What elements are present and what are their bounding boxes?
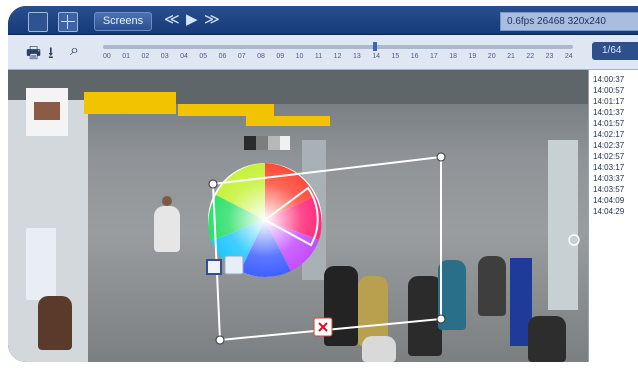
timeline-hour-label: 05 — [199, 53, 208, 60]
time-list-item[interactable]: 14:03:57 — [589, 184, 638, 195]
time-list-item[interactable]: 14:01:57 — [589, 118, 638, 129]
timeline-track[interactable] — [103, 45, 573, 49]
timeline-hour-label: 04 — [180, 53, 188, 60]
camera-view[interactable] — [8, 70, 588, 362]
ptz-overlay[interactable] — [8, 70, 588, 362]
download-icon[interactable]: ⭳ — [48, 42, 54, 69]
status-readout: 0.6fps 26468 320x240 — [500, 12, 638, 31]
timeline-hour-label: 20 — [487, 53, 496, 60]
timeline-hour-label: 03 — [160, 53, 169, 60]
timeline-hour-label: 00 — [103, 53, 111, 60]
timeline-hour-label: 24 — [564, 53, 573, 60]
timeline-hour-label: 19 — [468, 53, 477, 60]
next-icon[interactable]: ≫ — [204, 11, 220, 29]
grayscale-strip — [244, 136, 290, 150]
timeline-hour-label: 14 — [372, 53, 380, 60]
time-list-item[interactable]: 14:03:37 — [589, 173, 638, 184]
timeline-hour-label: 12 — [333, 53, 342, 60]
timeline-hour-label: 09 — [276, 53, 285, 60]
timeline-hour-labels: 00 01 02 03 04 05 06 07 08 09 10 11 12 13 14 15 16 17 18 19… — [103, 53, 573, 63]
timeline-hour-label: 11 — [314, 53, 323, 60]
timeline-hour-label: 21 — [507, 53, 515, 60]
time-list-item[interactable]: 14:00:37 — [589, 74, 638, 85]
printer-icon[interactable]: 🖶 — [26, 42, 41, 69]
scroll-handle-icon[interactable] — [568, 234, 580, 246]
time-list-panel: 14:00:37 14:00:57 14:01:17 14:01:37 14:01:57… — [588, 70, 638, 362]
timeline-marker[interactable] — [373, 42, 377, 51]
timeline-hour-label: 07 — [237, 53, 246, 60]
top-toolbar: Screens ≪ ▶ ≫ 0.6fps 26468 320x240 — [8, 6, 638, 35]
time-list-item[interactable]: 14:03:17 — [589, 162, 638, 173]
time-list-item[interactable]: 14:01:37 — [589, 107, 638, 118]
polygon-handle[interactable] — [208, 179, 218, 189]
polygon-handle[interactable] — [436, 152, 446, 162]
time-list-item[interactable]: 14:04:09 — [589, 195, 638, 206]
time-list-item[interactable]: 14:02:57 — [589, 151, 638, 162]
timeline-hour-label: 01 — [122, 53, 131, 60]
timeline-hour-label: 15 — [391, 53, 400, 60]
timeline-hour-label: 10 — [295, 53, 304, 60]
timeline-hour-label: 22 — [526, 53, 535, 60]
timeline-hour-label: 17 — [430, 53, 438, 60]
time-list-item[interactable]: 14:02:17 — [589, 129, 638, 140]
time-list-item[interactable]: 14:04:29 — [589, 206, 638, 217]
polygon-handle[interactable] — [215, 335, 225, 345]
polygon-handle[interactable] — [436, 314, 446, 324]
copy-icon[interactable] — [224, 255, 244, 275]
window-icon[interactable] — [28, 12, 48, 32]
grid-icon[interactable] — [58, 12, 78, 32]
playback-toolbar: 🖶 ⭳ ⌕ 00 01 02 03 04 05 06 07 08 09 10 11 12 13 14 15 16… — [8, 35, 638, 70]
screens-button[interactable]: Screens — [94, 12, 152, 31]
select-area-icon[interactable] — [206, 259, 222, 275]
time-list-item[interactable]: 14:00:57 — [589, 85, 638, 96]
time-list: 14:00:37 14:00:57 14:01:17 14:01:37 14:01:57… — [589, 74, 638, 217]
timeline-hour-label: 23 — [545, 53, 554, 60]
timeline-hour-label: 08 — [257, 53, 265, 60]
magnifier-icon[interactable]: ⌕ — [70, 42, 79, 60]
app-window: Screens ≪ ▶ ≫ 0.6fps 26468 320x240 🖶 ⭳ ⌕… — [8, 6, 638, 362]
play-icon[interactable]: ▶ — [186, 11, 198, 29]
time-list-item[interactable]: 14:01:17 — [589, 96, 638, 107]
previous-icon[interactable]: ≪ — [164, 11, 180, 29]
timeline-hour-label: 13 — [352, 53, 361, 60]
page-indicator: 1/64 — [592, 42, 638, 60]
timeline-hour-label: 16 — [410, 53, 419, 60]
time-list-item[interactable]: 14:02:37 — [589, 140, 638, 151]
timeline-slider[interactable]: 00 01 02 03 04 05 06 07 08 09 10 11 12 13 14 15 16 17 18 19… — [103, 41, 573, 65]
timeline-hour-label: 18 — [449, 53, 458, 60]
timeline-hour-label: 06 — [218, 53, 227, 60]
timeline-hour-label: 02 — [141, 53, 150, 60]
